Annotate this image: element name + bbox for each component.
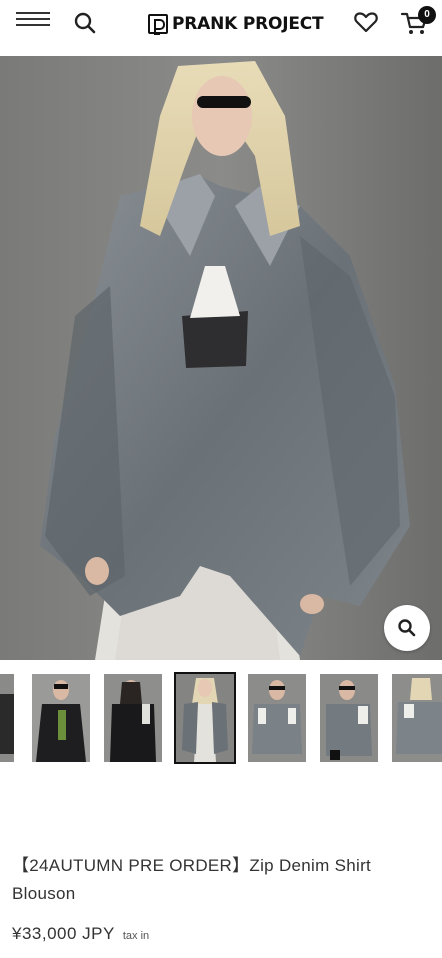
zoom-icon — [398, 619, 416, 637]
zoom-button[interactable] — [384, 605, 430, 651]
product-price: ¥33,000 JPY — [12, 924, 115, 943]
heart-icon[interactable] — [352, 8, 380, 36]
thumbnail[interactable] — [392, 674, 442, 762]
thumbnail[interactable] — [248, 674, 306, 762]
product-photo — [0, 56, 442, 660]
cart-count-badge: 0 — [418, 6, 436, 24]
site-header: PRANK PROJECT 0 — [0, 0, 442, 56]
menu-icon[interactable] — [16, 12, 52, 32]
price-row: ¥33,000 JPY tax in — [12, 924, 149, 944]
thumbnail[interactable] — [0, 674, 14, 762]
tax-note: tax in — [122, 930, 150, 942]
thumbnail[interactable] — [32, 674, 90, 762]
search-icon[interactable] — [72, 10, 98, 36]
product-title: 【24AUTUMN PRE ORDER】Zip Denim Shirt Blou… — [12, 856, 372, 903]
brand-logo[interactable]: PRANK PROJECT — [148, 11, 324, 37]
product-main-image[interactable] — [0, 56, 442, 660]
thumbnail-active[interactable] — [174, 672, 236, 764]
thumbnail[interactable] — [104, 674, 162, 762]
thumbnail[interactable] — [320, 674, 378, 762]
brand-logo-icon — [148, 14, 168, 35]
brand-name: PRANK PROJECT — [172, 14, 324, 34]
thumbnail-strip[interactable] — [0, 670, 442, 766]
